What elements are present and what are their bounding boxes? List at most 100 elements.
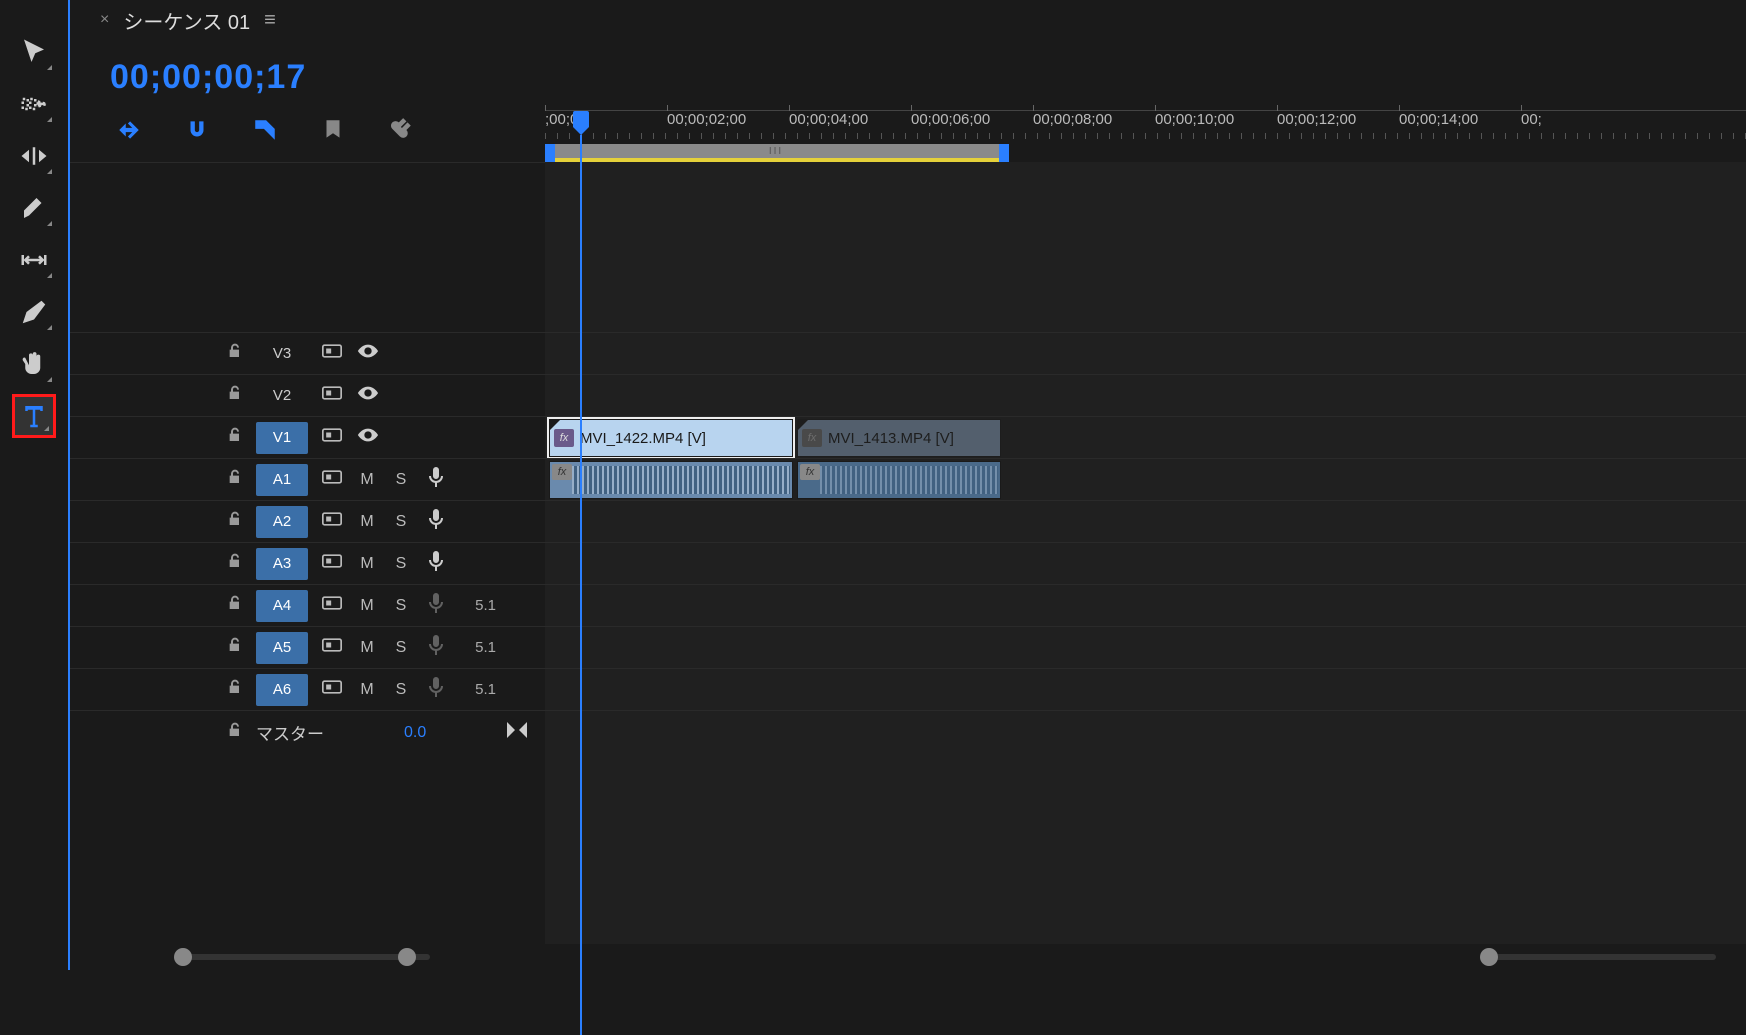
- mute-button[interactable]: M: [350, 513, 384, 531]
- eye-icon[interactable]: [350, 386, 386, 405]
- sync-lock-icon[interactable]: [314, 344, 350, 363]
- sync-lock-icon[interactable]: [314, 680, 350, 699]
- ripple-edit-tool[interactable]: [12, 134, 56, 178]
- zoom-handle-left[interactable]: [174, 948, 192, 966]
- solo-button[interactable]: S: [384, 639, 418, 657]
- hscroll-thumb[interactable]: [1486, 954, 1716, 960]
- fx-badge-icon[interactable]: fx: [800, 464, 820, 480]
- track-lane-a3[interactable]: [545, 542, 1746, 584]
- track-lane-v1[interactable]: fx MVI_1422.MP4 [V] fx MVI_1413.MP4 [V]: [545, 416, 1746, 458]
- track-lane-a1[interactable]: fx fx: [545, 458, 1746, 500]
- master-value[interactable]: 0.0: [404, 724, 426, 742]
- track-label[interactable]: V1: [256, 422, 308, 454]
- track-label[interactable]: A5: [256, 632, 308, 664]
- track-lane-a4[interactable]: [545, 584, 1746, 626]
- lock-icon[interactable]: [220, 637, 250, 658]
- track-header-a1[interactable]: A1 M S: [70, 458, 545, 500]
- track-select-tool[interactable]: [12, 82, 56, 126]
- playhead[interactable]: [573, 111, 589, 127]
- mute-button[interactable]: M: [350, 597, 384, 615]
- track-header-a5[interactable]: A5 M S 5.1: [70, 626, 545, 668]
- mute-button[interactable]: M: [350, 555, 384, 573]
- track-lane-a2[interactable]: [545, 500, 1746, 542]
- voice-over-icon[interactable]: [418, 467, 454, 492]
- lock-icon[interactable]: [220, 679, 250, 700]
- track-lane-a6[interactable]: [545, 668, 1746, 710]
- fx-badge-icon[interactable]: fx: [554, 429, 574, 447]
- track-header-v3[interactable]: V3: [70, 332, 545, 374]
- solo-button[interactable]: S: [384, 513, 418, 531]
- mute-button[interactable]: M: [350, 471, 384, 489]
- eye-icon[interactable]: [350, 344, 386, 363]
- track-lane-v2[interactable]: [545, 374, 1746, 416]
- lock-icon[interactable]: [220, 553, 250, 574]
- collapse-icon[interactable]: [507, 722, 527, 743]
- slip-tool[interactable]: [12, 238, 56, 282]
- sync-lock-icon[interactable]: [314, 554, 350, 573]
- hscroll-knob[interactable]: [1480, 948, 1498, 966]
- snap-icon[interactable]: [184, 117, 210, 143]
- video-clip[interactable]: fx MVI_1422.MP4 [V]: [549, 419, 793, 457]
- work-area-bar[interactable]: III: [545, 144, 1746, 162]
- lock-icon[interactable]: [220, 343, 250, 364]
- solo-button[interactable]: S: [384, 597, 418, 615]
- track-header-v1[interactable]: V1: [70, 416, 545, 458]
- tab-title[interactable]: シーケンス 01: [123, 6, 250, 35]
- lock-icon[interactable]: [220, 469, 250, 490]
- current-timecode[interactable]: 00;00;00;17: [110, 40, 545, 117]
- track-header-a6[interactable]: A6 M S 5.1: [70, 668, 545, 710]
- master-track-header[interactable]: マスター 0.0: [70, 710, 545, 754]
- mute-button[interactable]: M: [350, 639, 384, 657]
- fx-badge-icon[interactable]: fx: [552, 464, 572, 480]
- audio-clip[interactable]: fx: [797, 461, 1001, 499]
- track-header-a2[interactable]: A2 M S: [70, 500, 545, 542]
- track-label[interactable]: V3: [256, 338, 308, 370]
- linked-selection-icon[interactable]: [252, 117, 278, 143]
- zoom-scrollbar[interactable]: [70, 944, 1746, 970]
- marker-icon[interactable]: [320, 117, 346, 143]
- pen-tool[interactable]: [12, 290, 56, 334]
- type-tool[interactable]: [12, 394, 56, 438]
- selection-tool[interactable]: [12, 30, 56, 74]
- insert-mode-icon[interactable]: [116, 117, 142, 143]
- solo-button[interactable]: S: [384, 555, 418, 573]
- lock-icon[interactable]: [220, 511, 250, 532]
- mute-button[interactable]: M: [350, 681, 384, 699]
- zoom-slider[interactable]: [180, 954, 430, 960]
- tracks-area[interactable]: fx MVI_1422.MP4 [V] fx MVI_1413.MP4 [V] …: [545, 162, 1746, 944]
- voice-over-icon[interactable]: [418, 593, 454, 618]
- tab-close-button[interactable]: ×: [100, 11, 109, 29]
- track-lane-v3[interactable]: [545, 332, 1746, 374]
- voice-over-icon[interactable]: [418, 551, 454, 576]
- sync-lock-icon[interactable]: [314, 638, 350, 657]
- track-header-a3[interactable]: A3 M S: [70, 542, 545, 584]
- track-label[interactable]: V2: [256, 380, 308, 412]
- tab-menu-button[interactable]: ≡: [264, 9, 276, 32]
- sync-lock-icon[interactable]: [314, 470, 350, 489]
- zoom-handle-right[interactable]: [398, 948, 416, 966]
- sync-lock-icon[interactable]: [314, 512, 350, 531]
- track-label[interactable]: A4: [256, 590, 308, 622]
- voice-over-icon[interactable]: [418, 509, 454, 534]
- voice-over-icon[interactable]: [418, 677, 454, 702]
- track-label[interactable]: A6: [256, 674, 308, 706]
- time-ruler[interactable]: ;00;00 00;00;02;00 00;00;04;00 00;00;06;…: [545, 110, 1746, 140]
- track-label[interactable]: A1: [256, 464, 308, 496]
- lock-icon[interactable]: [220, 595, 250, 616]
- lock-icon[interactable]: [220, 385, 250, 406]
- sync-lock-icon[interactable]: [314, 428, 350, 447]
- track-header-a4[interactable]: A4 M S 5.1: [70, 584, 545, 626]
- lock-icon[interactable]: [220, 722, 250, 743]
- fx-badge-icon[interactable]: fx: [802, 429, 822, 447]
- sync-lock-icon[interactable]: [314, 596, 350, 615]
- solo-button[interactable]: S: [384, 681, 418, 699]
- video-clip[interactable]: fx MVI_1413.MP4 [V]: [797, 419, 1001, 457]
- voice-over-icon[interactable]: [418, 635, 454, 660]
- track-label[interactable]: A2: [256, 506, 308, 538]
- track-label[interactable]: A3: [256, 548, 308, 580]
- razor-tool[interactable]: [12, 186, 56, 230]
- lock-icon[interactable]: [220, 427, 250, 448]
- track-lane-master[interactable]: [545, 710, 1746, 752]
- audio-clip[interactable]: fx: [549, 461, 793, 499]
- hand-tool[interactable]: [12, 342, 56, 386]
